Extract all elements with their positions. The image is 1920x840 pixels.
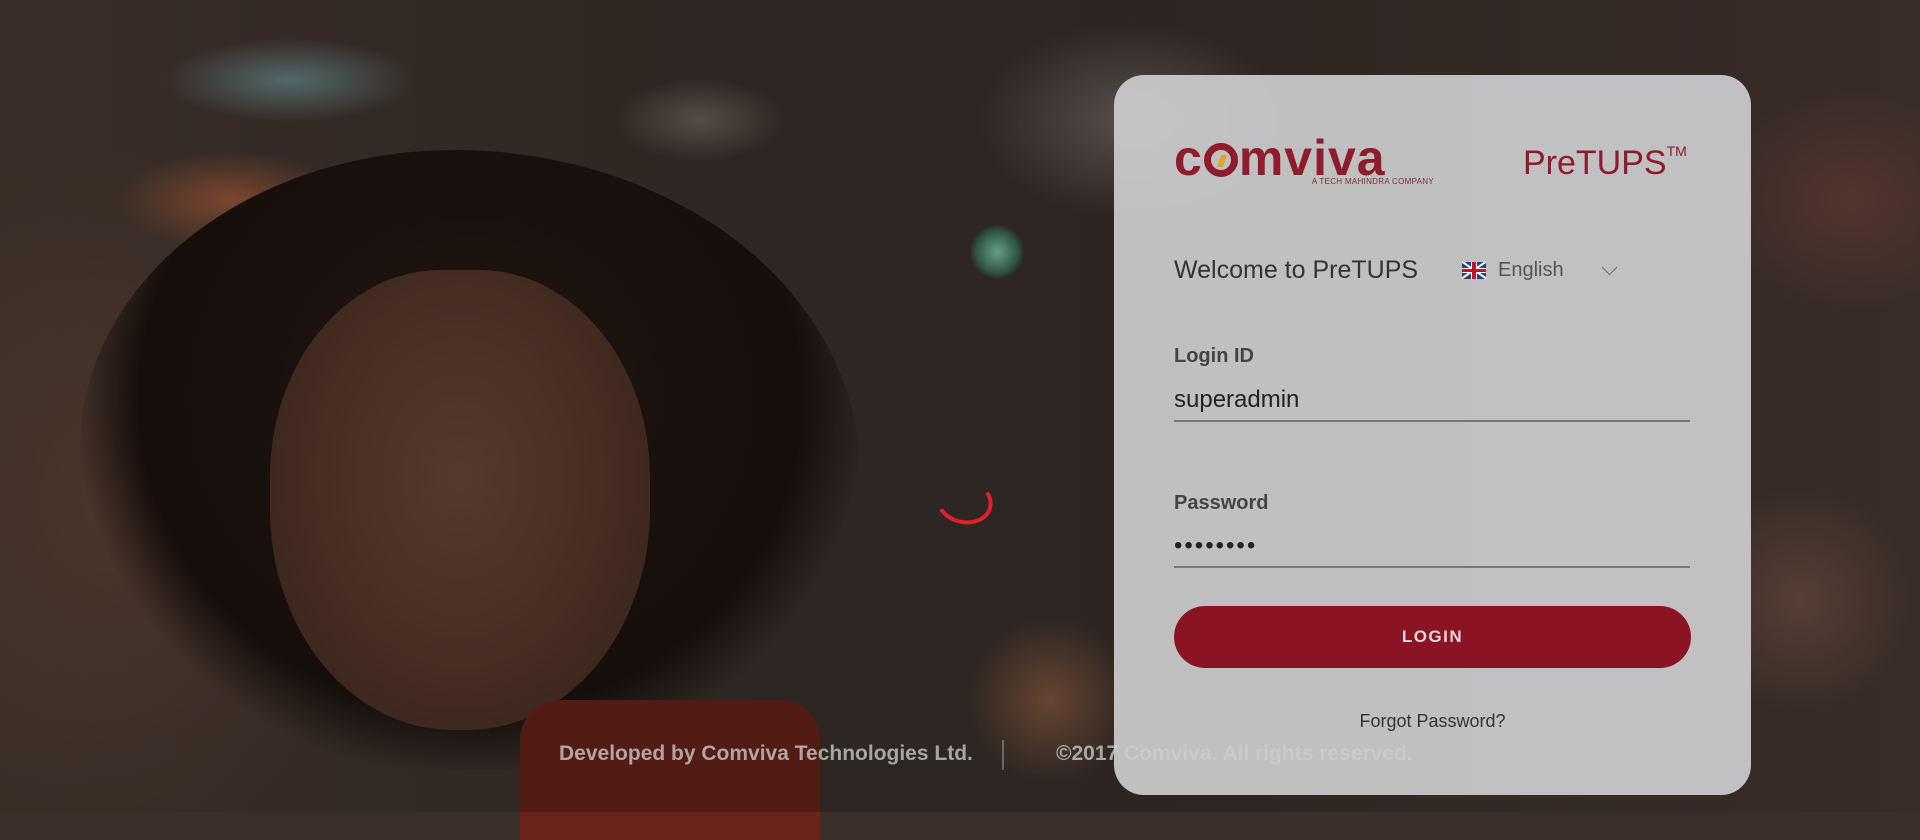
login-id-input[interactable]: [1174, 380, 1690, 422]
uk-flag-icon: [1462, 261, 1486, 279]
footer-developed-by: Developed by Comviva Technologies Ltd.: [559, 742, 973, 765]
login-button[interactable]: LOGIN: [1174, 606, 1691, 668]
language-label: English: [1498, 258, 1564, 281]
pretups-logo: PreTUPSTM: [1523, 143, 1687, 182]
chevron-down-icon: [1601, 259, 1617, 275]
comviva-logo: c mviva A TECH MAHINDRA COMPANY: [1174, 130, 1434, 186]
language-selector[interactable]: English: [1462, 253, 1632, 287]
welcome-title: Welcome to PreTUPS: [1174, 256, 1419, 284]
comviva-tagline: A TECH MAHINDRA COMPANY: [1311, 177, 1434, 186]
footer-separator: [1002, 740, 1004, 770]
comviva-logo-o-icon: [1203, 143, 1238, 177]
forgot-password-link[interactable]: Forgot Password?: [1114, 711, 1751, 732]
login-card: c mviva A TECH MAHINDRA COMPANY PreTUPSTM…: [1114, 75, 1751, 795]
password-input[interactable]: [1174, 526, 1690, 568]
login-id-label: Login ID: [1174, 345, 1254, 367]
password-label: Password: [1174, 492, 1269, 514]
